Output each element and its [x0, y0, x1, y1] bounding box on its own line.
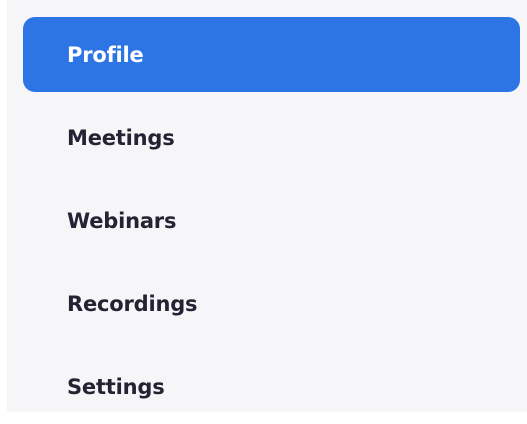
sidebar-item-recordings[interactable]: Recordings: [23, 266, 520, 341]
sidebar-item-label: Meetings: [67, 125, 175, 150]
sidebar-item-profile[interactable]: Profile: [23, 17, 520, 92]
sidebar-item-settings[interactable]: Settings: [23, 349, 520, 424]
sidebar-item-webinars[interactable]: Webinars: [23, 183, 520, 258]
sidebar-item-label: Webinars: [67, 208, 177, 233]
sidebar-panel: Profile Meetings Webinars Recordings Set…: [7, 0, 527, 412]
sidebar-item-label: Recordings: [67, 291, 198, 316]
sidebar-item-label: Settings: [67, 374, 165, 399]
sidebar-nav: Profile Meetings Webinars Recordings Set…: [23, 17, 520, 424]
sidebar-item-label: Profile: [67, 42, 144, 67]
sidebar-item-meetings[interactable]: Meetings: [23, 100, 520, 175]
